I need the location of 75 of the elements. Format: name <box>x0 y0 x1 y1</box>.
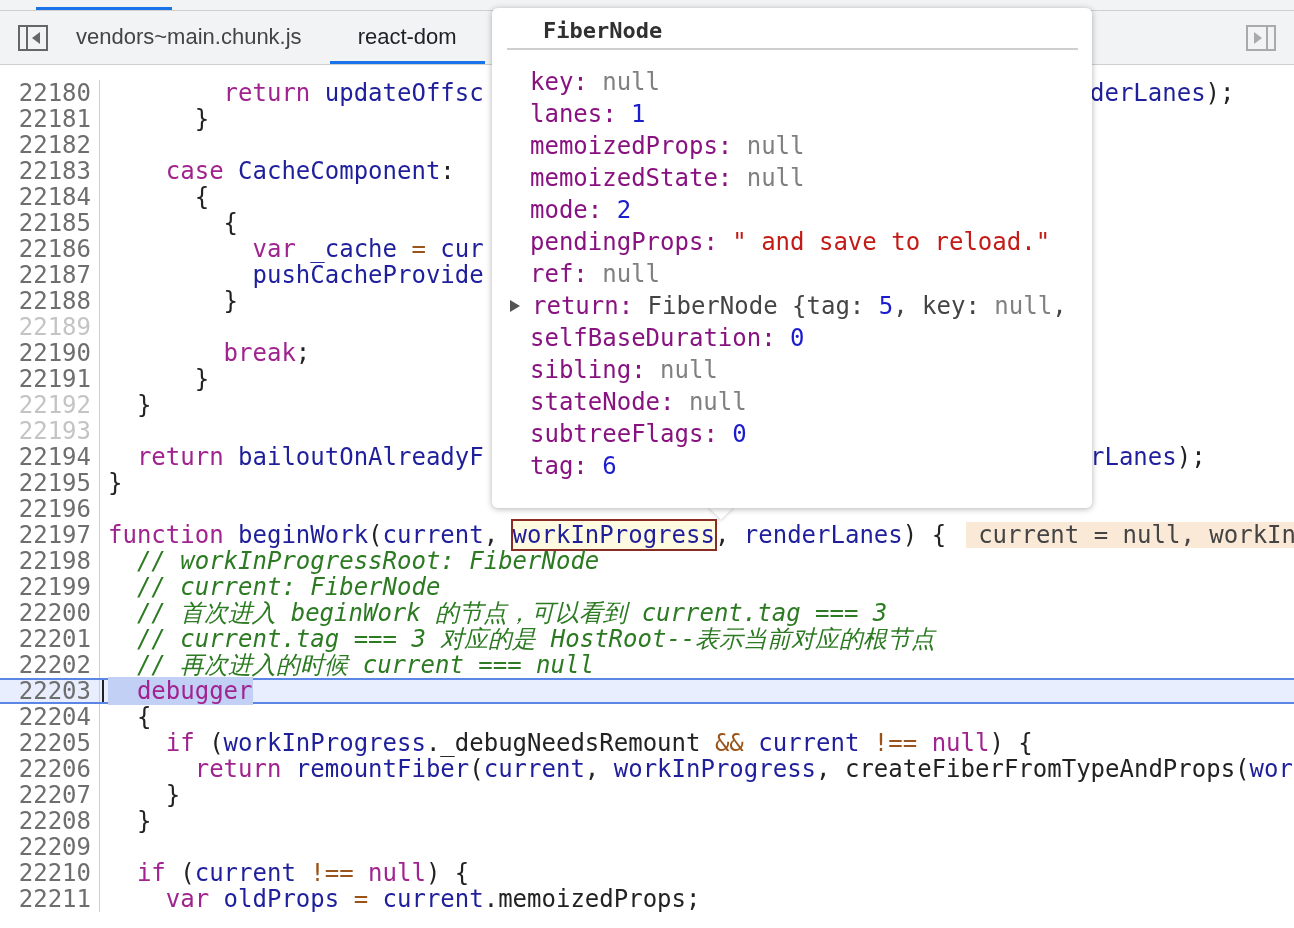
line-number[interactable]: 22208 <box>0 808 100 834</box>
property-row-text: key: null <box>529 67 660 98</box>
property-row-text: mode: 2 <box>529 195 632 226</box>
line-number[interactable]: 22207 <box>0 782 100 808</box>
code-line: case CacheComponent: <box>164 158 455 184</box>
code-line: return bailoutOnAlreadyF <box>135 444 484 470</box>
property-row-text: lanes: 1 <box>529 99 646 130</box>
property-row-text: tag: 6 <box>529 451 617 482</box>
line-number[interactable]: 22200 <box>0 600 100 626</box>
code-line: // 再次进入的时候 current === null <box>135 652 594 678</box>
property-row-text: memoizedState: null <box>529 163 805 194</box>
line-number[interactable]: 22210 <box>0 860 100 886</box>
property-row-text: sibling: null <box>529 355 718 386</box>
property-row-text: stateNode: null <box>529 387 747 418</box>
code-line: // 首次进入 beginWork 的节点，可以看到 current.tag === 3 <box>135 600 888 626</box>
sidebar-toggle-icon[interactable] <box>18 24 48 51</box>
code-line: // workInProgressRoot: FiberNode <box>135 548 600 574</box>
code-line: } <box>108 470 123 496</box>
property-row-text: ref: null <box>529 259 660 290</box>
file-tab[interactable]: react-dom <box>329 11 485 64</box>
line-number[interactable]: 22196 <box>0 496 100 522</box>
code-line: } <box>193 106 210 132</box>
code-line: { <box>135 704 152 730</box>
property-row-text: selfBaseDuration: 0 <box>529 323 805 354</box>
line-number[interactable]: 22182 <box>0 132 100 158</box>
code-line: rLanes); <box>1090 444 1206 470</box>
line-number[interactable]: 22197 <box>0 522 100 548</box>
line-number[interactable]: 22195 <box>0 470 100 496</box>
line-number[interactable]: 22190 <box>0 340 100 366</box>
code-line: } <box>222 288 239 314</box>
text-cursor <box>102 680 104 702</box>
code-line: { <box>222 210 239 236</box>
line-number[interactable]: 22198 <box>0 548 100 574</box>
property-row-text: memoizedProps: null <box>529 131 805 162</box>
inline-value: current = null, workIn <box>966 522 1294 548</box>
code-line: var oldProps = current.memoizedProps; <box>164 886 701 912</box>
code-line: return remountFiber(current, workInProgress, createFiberFromTypeAndProps(wor <box>193 756 1293 782</box>
line-number[interactable]: 22181 <box>0 106 100 132</box>
line-number[interactable]: 22180 <box>0 80 100 106</box>
sidebar-toggle-icon[interactable] <box>1246 24 1276 51</box>
property-row-text: subtreeFlags: 0 <box>529 419 747 450</box>
code-line: derLanes); <box>1090 80 1235 106</box>
code-line: // current: FiberNode <box>135 574 441 600</box>
code-line: } <box>193 366 210 392</box>
line-number[interactable]: 22203 <box>0 680 100 702</box>
code-line: function beginWork(current, workInProgress, renderLanes) { <box>108 522 947 548</box>
line-number[interactable]: 22191 <box>0 366 100 392</box>
line-number[interactable]: 22201 <box>0 626 100 652</box>
line-number[interactable]: 22183 <box>0 158 100 184</box>
code-line: pushCacheProvide <box>251 262 484 288</box>
code-line: } <box>164 782 181 808</box>
line-number[interactable]: 22187 <box>0 262 100 288</box>
code-line: // current.tag === 3 对应的是 HostRoot--表示当前对应的根节点 <box>135 626 936 652</box>
line-number[interactable]: 22205 <box>0 730 100 756</box>
file-tab[interactable]: vendors~main.chunk.js <box>48 11 330 64</box>
line-number[interactable]: 22206 <box>0 756 100 782</box>
property-row-text: pendingProps: " and save to reload." <box>529 227 1051 258</box>
code-line: return updateOffsc <box>222 80 484 106</box>
line-number[interactable]: 22209 <box>0 834 100 860</box>
line-number[interactable]: 22185 <box>0 210 100 236</box>
property-row[interactable]: return: FiberNode {tag: 5, key: null, <box>524 290 1067 322</box>
line-number[interactable]: 22211 <box>0 886 100 912</box>
code-line: if (current !== null) { <box>135 860 470 886</box>
code-line: } <box>135 808 152 834</box>
line-number[interactable]: 22184 <box>0 184 100 210</box>
line-number[interactable]: 22204 <box>0 704 100 730</box>
popover-title: FiberNode <box>542 17 664 44</box>
code-line: { <box>193 184 210 210</box>
line-number[interactable]: 22188 <box>0 288 100 314</box>
line-number[interactable]: 22194 <box>0 444 100 470</box>
line-number[interactable]: 22199 <box>0 574 100 600</box>
code-line: } <box>135 392 152 418</box>
expand-arrow-icon[interactable] <box>508 299 522 313</box>
line-number[interactable]: 22186 <box>0 236 100 262</box>
code-line: break; <box>222 340 311 366</box>
